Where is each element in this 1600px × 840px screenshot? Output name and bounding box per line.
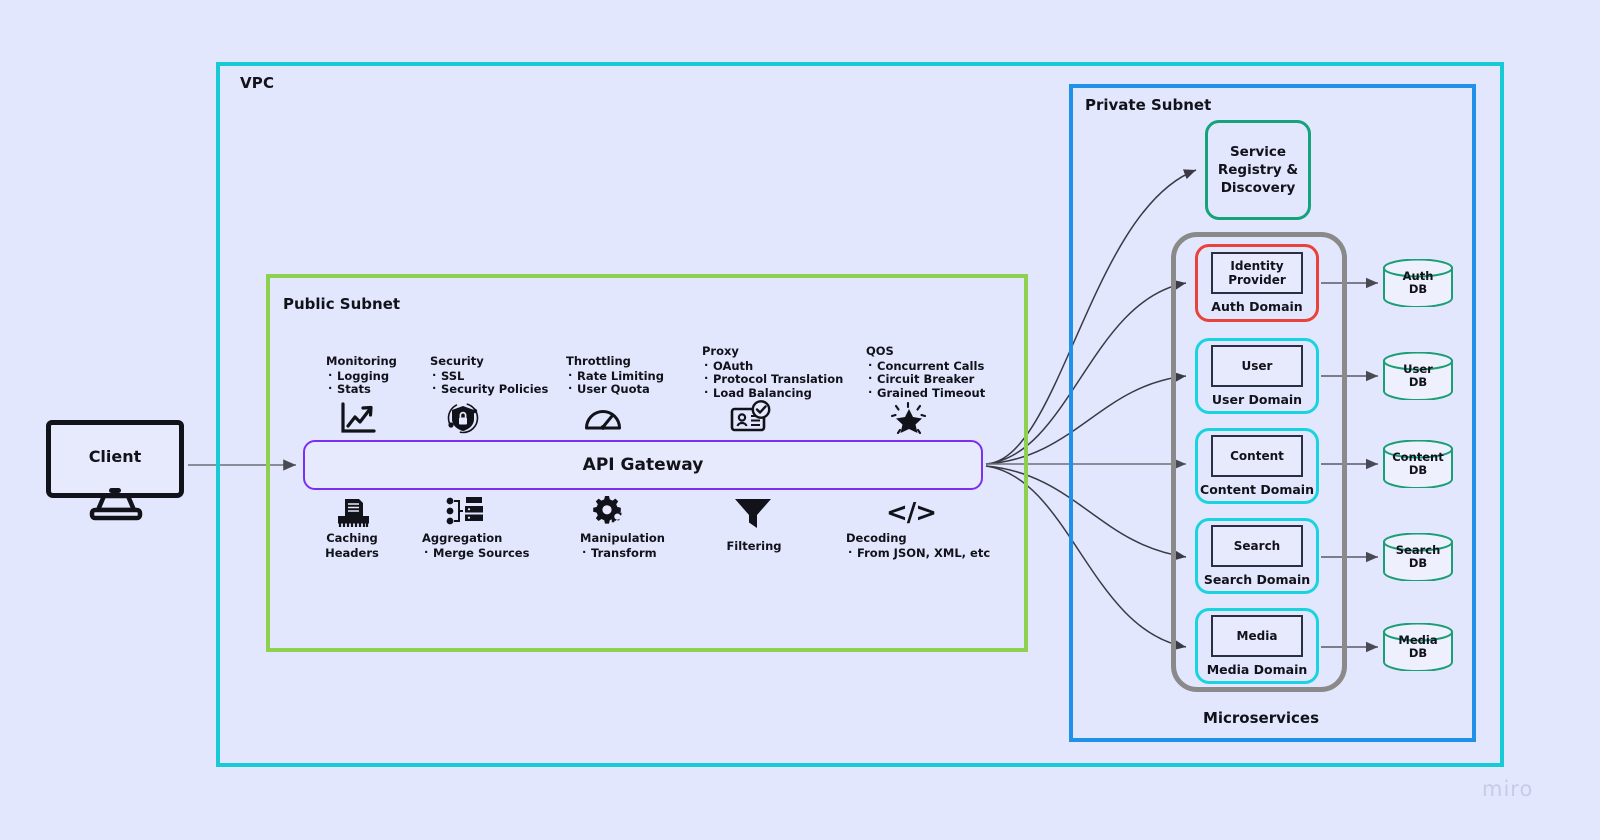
feature-item: Rate Limiting: [566, 369, 664, 384]
feature-title: QOS: [866, 344, 894, 358]
feature-title: Manipulation: [580, 531, 665, 545]
feature-title: Aggregation: [422, 531, 503, 545]
api-gateway-label: API Gateway: [582, 455, 704, 475]
database-media-db[interactable]: Media DB: [1382, 622, 1454, 672]
feature-title: Proxy: [702, 344, 739, 358]
line-chart-growth-icon: [341, 402, 376, 433]
feature-title: Throttling: [566, 354, 631, 368]
feature-item: Protocol Translation: [702, 372, 843, 387]
id-card-check-icon: [730, 400, 771, 432]
feature-group-filtering: Filtering: [708, 539, 800, 555]
feature-item: Merge Sources: [422, 546, 529, 561]
feature-group-qos: QOS Concurrent Calls Circuit Breaker Gra…: [866, 344, 985, 401]
database-label: Content DB: [1392, 450, 1444, 477]
service-identity-provider[interactable]: Identity Provider: [1211, 252, 1303, 294]
speedometer-gauge-icon: [585, 410, 621, 430]
service-label: Media: [1236, 629, 1278, 643]
domain-media[interactable]: Media Media Domain: [1195, 608, 1319, 684]
service-search[interactable]: Search: [1211, 525, 1303, 567]
service-registry-box[interactable]: Service Registry & Discovery: [1205, 120, 1311, 220]
client-monitor-icon: Client: [46, 420, 184, 492]
vpc-label: VPC: [240, 74, 275, 92]
service-label: Identity Provider: [1228, 259, 1286, 287]
feature-item: OAuth: [702, 359, 843, 374]
service-content[interactable]: Content: [1211, 435, 1303, 477]
database-label: Auth DB: [1402, 269, 1434, 296]
feature-item: Headers: [325, 545, 379, 560]
client-label: Client: [88, 446, 142, 466]
star-burst-icon: [890, 402, 927, 434]
domain-search[interactable]: Search Search Domain: [1195, 518, 1319, 594]
code-brackets-icon: </>: [886, 498, 937, 528]
feature-title: Decoding: [846, 531, 907, 545]
database-content-db[interactable]: Content DB: [1382, 439, 1454, 489]
domain-auth[interactable]: Identity Provider Auth Domain: [1195, 244, 1319, 322]
feature-title: Monitoring: [326, 354, 397, 368]
shield-lock-icon: [447, 402, 479, 434]
feature-group-manipulation: Manipulation Transform: [580, 531, 665, 561]
database-label: Media DB: [1398, 633, 1438, 660]
service-user[interactable]: User: [1211, 345, 1303, 387]
feature-group-throttling: Throttling Rate Limiting User Quota: [566, 354, 664, 397]
feature-item: Security Policies: [430, 382, 548, 397]
service-label: User: [1241, 359, 1273, 373]
feature-group-caching: Caching Headers: [300, 531, 404, 560]
feature-item: Grained Timeout: [866, 386, 985, 401]
domain-label: User Domain: [1211, 392, 1303, 407]
feature-item: Stats: [326, 382, 397, 397]
feature-group-decoding: Decoding From JSON, XML, etc: [846, 531, 990, 561]
gears-cogs-icon: [593, 496, 622, 524]
microservices-label: Microservices: [1202, 709, 1320, 727]
domain-label: Auth Domain: [1211, 299, 1303, 314]
database-label: User DB: [1403, 362, 1433, 389]
feature-item: User Quota: [566, 382, 664, 397]
diagram-canvas: VPC Public Subnet Private Subnet Client …: [0, 0, 1600, 840]
domain-user[interactable]: User User Domain: [1195, 338, 1319, 414]
feature-title: Security: [430, 354, 484, 368]
api-gateway-box[interactable]: API Gateway: [303, 440, 983, 490]
service-label: Search: [1233, 539, 1281, 553]
feature-item: SSL: [430, 369, 548, 384]
domain-content[interactable]: Content Content Domain: [1195, 428, 1319, 504]
miro-watermark: miro: [1482, 777, 1534, 801]
feature-item: Concurrent Calls: [866, 359, 985, 374]
service-media[interactable]: Media: [1211, 615, 1303, 657]
feature-item: Transform: [580, 546, 665, 561]
domain-label: Content Domain: [1200, 482, 1314, 497]
feature-group-proxy: Proxy OAuth Protocol Translation Load Ba…: [702, 344, 843, 401]
database-label: Search DB: [1395, 543, 1441, 570]
client-monitor-stand-icon: [89, 496, 143, 521]
private-subnet-label: Private Subnet: [1085, 96, 1212, 114]
domain-label: Media Domain: [1206, 662, 1308, 677]
service-registry-label: Service Registry & Discovery: [1217, 144, 1299, 196]
merge-servers-icon: [446, 497, 483, 525]
database-auth-db[interactable]: Auth DB: [1382, 258, 1454, 308]
public-subnet-label: Public Subnet: [283, 295, 401, 313]
feature-item: Circuit Breaker: [866, 372, 985, 387]
database-user-db[interactable]: User DB: [1382, 351, 1454, 401]
feature-group-monitoring: Monitoring Logging Stats: [326, 354, 397, 397]
feature-item: From JSON, XML, etc: [846, 546, 990, 561]
domain-label: Search Domain: [1203, 572, 1311, 587]
client-monitor-indicator: [109, 488, 121, 493]
cache-memory-chip-icon: [338, 499, 369, 527]
feature-group-aggregation: Aggregation Merge Sources: [422, 531, 529, 561]
funnel-filter-icon: [735, 499, 771, 528]
service-label: Content: [1230, 449, 1284, 463]
database-search-db[interactable]: Search DB: [1382, 532, 1454, 582]
feature-title: Filtering: [726, 539, 782, 553]
feature-item: Logging: [326, 369, 397, 384]
feature-group-security: Security SSL Security Policies: [430, 354, 548, 397]
feature-item: Load Balancing: [702, 386, 843, 401]
feature-title: Caching: [326, 531, 378, 545]
